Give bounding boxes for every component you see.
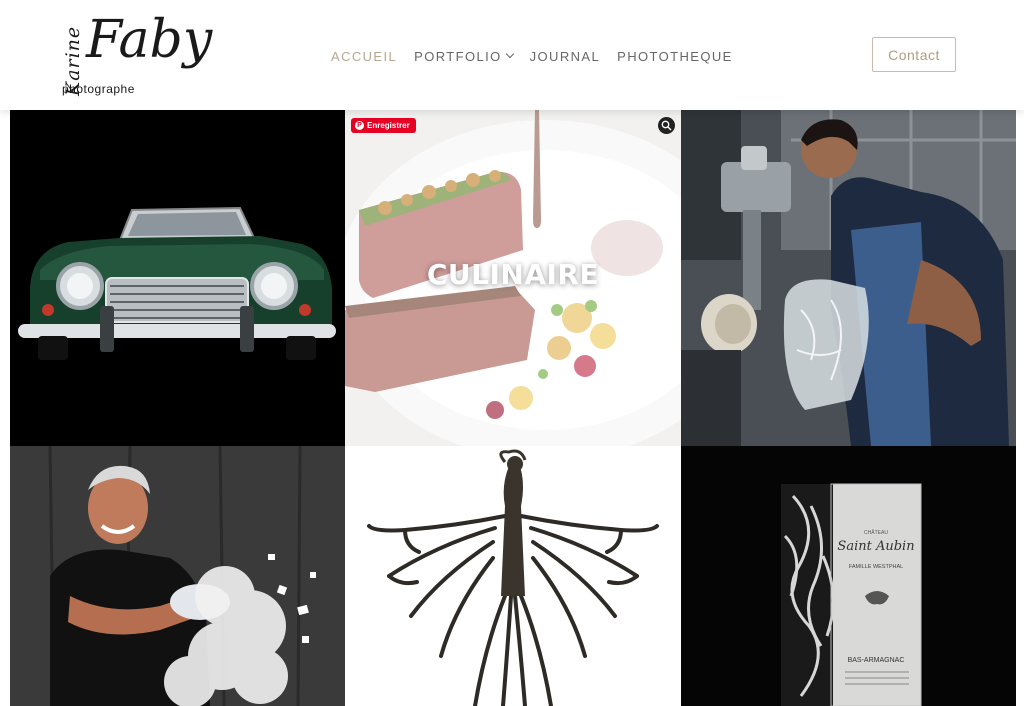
- contact-button[interactable]: Contact: [872, 37, 956, 72]
- gallery-tile-artisan[interactable]: [681, 110, 1016, 446]
- bottle-brand-text: Saint Aubin: [837, 539, 914, 554]
- nav-phototheque[interactable]: PHOTOTHEQUE: [617, 47, 733, 65]
- nav-phototheque-label: PHOTOTHEQUE: [617, 48, 733, 64]
- nav-accueil[interactable]: ACCUEIL: [331, 47, 397, 65]
- bottle-top-text: CHÂTEAU: [864, 529, 888, 536]
- sculpture-image: [345, 446, 681, 706]
- gallery-tile-culinaire[interactable]: P Enregistrer CULINAIRE: [345, 110, 681, 446]
- gallery-tile-sculpture[interactable]: [345, 446, 681, 706]
- logo-subtitle: photographe: [62, 82, 135, 96]
- portfolio-grid: P Enregistrer CULINAIRE Saint Aubin CHÂT…: [10, 110, 1016, 706]
- nav-accueil-label: ACCUEIL: [331, 48, 398, 64]
- category-label-culinaire: CULINAIRE: [426, 258, 600, 291]
- pinterest-save-label: Enregistrer: [367, 121, 410, 130]
- chevron-down-icon: [505, 49, 514, 59]
- car-image: [10, 110, 345, 446]
- artisan-image: [681, 110, 1016, 446]
- armagnac-image: Saint Aubin CHÂTEAU FAMILLE WESTPHAL BAS…: [681, 446, 1016, 706]
- man-plaster-image: [10, 446, 345, 706]
- pinterest-save-button[interactable]: P Enregistrer: [351, 118, 416, 133]
- nav-journal-label: JOURNAL: [529, 48, 601, 64]
- zoom-button[interactable]: [658, 117, 675, 134]
- site-logo[interactable]: Karine Faby photographe: [56, 12, 212, 102]
- logo-last-name: Faby: [86, 10, 213, 70]
- nav-portfolio-label: PORTFOLIO: [414, 48, 502, 64]
- zoom-icon: [661, 120, 672, 131]
- gallery-tile-car[interactable]: [10, 110, 345, 446]
- gallery-tile-armagnac[interactable]: Saint Aubin CHÂTEAU FAMILLE WESTPHAL BAS…: [681, 446, 1016, 706]
- bottle-family-text: FAMILLE WESTPHAL: [849, 564, 903, 570]
- main-nav: ACCUEIL PORTFOLIO JOURNAL PHOTOTHEQUE: [331, 47, 750, 65]
- site-header: Karine Faby photographe ACCUEIL PORTFOLI…: [0, 0, 1024, 110]
- nav-portfolio[interactable]: PORTFOLIO: [414, 47, 514, 65]
- bottle-region-text: BAS-ARMAGNAC: [848, 657, 905, 664]
- pinterest-icon: P: [355, 121, 364, 130]
- gallery-tile-man-plaster[interactable]: [10, 446, 345, 706]
- nav-journal[interactable]: JOURNAL: [530, 47, 600, 65]
